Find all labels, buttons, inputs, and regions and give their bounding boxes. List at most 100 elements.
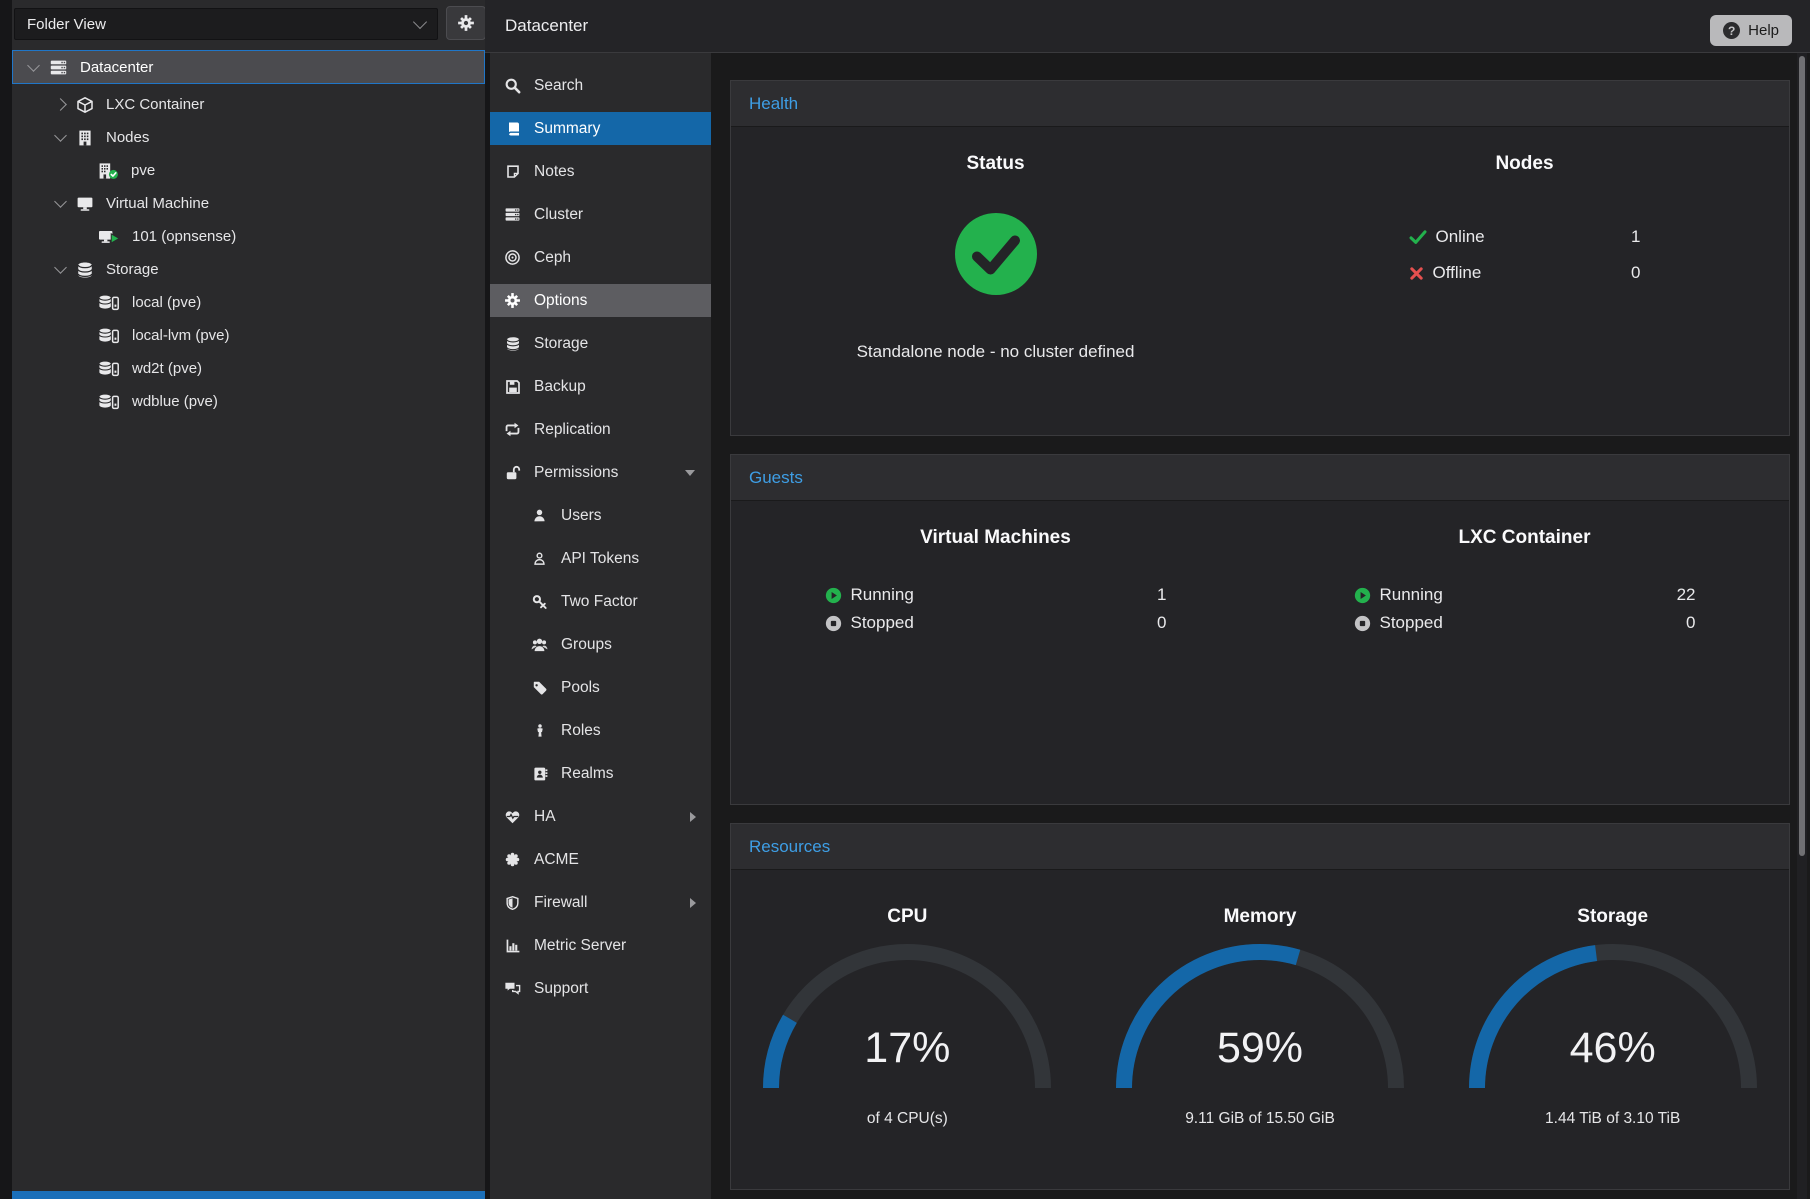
menu-item-acme[interactable]: ACME <box>490 843 711 876</box>
caret-collapsed-icon[interactable] <box>54 98 67 111</box>
cpu-subtitle: of 4 CPU(s) <box>731 1110 1084 1128</box>
menu-item-label: HA <box>534 808 556 826</box>
tree-item-storage[interactable]: Storage <box>12 253 485 286</box>
menu-item-search[interactable]: Search <box>490 69 711 102</box>
cpu-heading: CPU <box>731 906 1084 928</box>
datacenter-menu-panel: Search Summary Notes Cluster Ceph Option… <box>490 53 711 1199</box>
tree-item-label: LXC Container <box>106 96 204 113</box>
tag-icon <box>531 679 548 696</box>
vm-running-label: Running <box>851 585 914 605</box>
vm-running-row: Running 1 <box>825 585 1167 605</box>
tree-item-lxc-container[interactable]: LXC Container <box>12 88 485 121</box>
menu-item-label: Notes <box>534 163 575 181</box>
storage-heading: Storage <box>1436 906 1789 928</box>
content-top-bar: Datacenter ? Help <box>485 0 1810 53</box>
menu-item-options[interactable]: Options <box>490 284 711 317</box>
user-icon <box>531 507 548 524</box>
book-icon <box>504 120 521 137</box>
menu-item-pools[interactable]: Pools <box>490 671 711 704</box>
menu-item-ha[interactable]: HA <box>490 800 711 833</box>
help-button[interactable]: ? Help <box>1710 15 1792 46</box>
status-heading: Status <box>731 153 1260 175</box>
nodes-offline-value: 0 <box>1631 263 1640 283</box>
menu-item-two-factor[interactable]: Two Factor <box>490 585 711 618</box>
tree-item-storage-local[interactable]: local (pve) <box>12 286 485 319</box>
menu-item-label: Cluster <box>534 206 583 224</box>
tree-item-nodes[interactable]: Nodes <box>12 121 485 154</box>
gear-icon <box>457 14 475 32</box>
view-mode-select[interactable]: Folder View <box>14 8 438 40</box>
menu-item-label: Summary <box>534 120 600 138</box>
storage-percent: 46% <box>1463 1024 1763 1073</box>
nodes-online-label: Online <box>1436 227 1485 247</box>
menu-item-backup[interactable]: Backup <box>490 370 711 403</box>
question-icon: ? <box>1723 22 1740 39</box>
menu-item-label: ACME <box>534 851 579 869</box>
menu-item-cluster[interactable]: Cluster <box>490 198 711 231</box>
cpu-percent: 17% <box>757 1024 1057 1073</box>
chevron-down-icon[interactable] <box>685 470 695 476</box>
tree-settings-button[interactable] <box>446 6 486 40</box>
menu-item-realms[interactable]: Realms <box>490 757 711 790</box>
unlock-icon <box>504 464 521 481</box>
lxc-running-row: Running 22 <box>1354 585 1696 605</box>
menu-item-summary[interactable]: Summary <box>490 112 711 145</box>
tree-item-label: pve <box>131 162 155 179</box>
vm-stopped-label: Stopped <box>851 613 914 633</box>
cpu-gauge: 17% <box>757 942 1057 1094</box>
chevron-right-icon[interactable] <box>690 898 696 908</box>
menu-item-label: Backup <box>534 378 586 396</box>
tree-item-label: Storage <box>106 261 159 278</box>
tree-item-datacenter[interactable]: Datacenter <box>12 50 485 84</box>
menu-item-replication[interactable]: Replication <box>490 413 711 446</box>
menu-item-notes[interactable]: Notes <box>490 155 711 188</box>
menu-item-roles[interactable]: Roles <box>490 714 711 747</box>
bottom-splitter[interactable] <box>12 1191 485 1199</box>
caret-expanded-icon[interactable] <box>54 129 67 142</box>
tree-item-label: Nodes <box>106 129 149 146</box>
caret-expanded-icon[interactable] <box>54 261 67 274</box>
database-drive-icon <box>98 327 120 345</box>
vm-stopped-value: 0 <box>1157 613 1166 633</box>
database-drive-icon <box>98 294 120 312</box>
menu-item-label: Support <box>534 980 588 998</box>
scrollbar-thumb[interactable] <box>1799 56 1805 856</box>
ceph-icon <box>504 249 521 266</box>
menu-item-storage[interactable]: Storage <box>490 327 711 360</box>
nodes-status-section: Nodes Online 1 Offline 0 <box>1260 127 1789 362</box>
lxc-stopped-value: 0 <box>1686 613 1695 633</box>
content-scrollbar[interactable] <box>1797 53 1807 1199</box>
tree-item-virtual-machine[interactable]: Virtual Machine <box>12 187 485 220</box>
nodes-offline-row: Offline 0 <box>1409 263 1641 283</box>
tree-item-storage-local-lvm[interactable]: local-lvm (pve) <box>12 319 485 352</box>
guests-panel: Guests Virtual Machines Running 1 Stoppe… <box>730 454 1790 805</box>
menu-item-label: Roles <box>561 722 601 740</box>
vm-heading: Virtual Machines <box>731 527 1260 549</box>
menu-item-groups[interactable]: Groups <box>490 628 711 661</box>
tree-item-vm-101[interactable]: 101 (opnsense) <box>12 220 485 253</box>
menu-item-support[interactable]: Support <box>490 972 711 1005</box>
tree-item-pve[interactable]: pve <box>12 154 485 187</box>
tree-item-storage-wd2t[interactable]: wd2t (pve) <box>12 352 485 385</box>
menu-item-ceph[interactable]: Ceph <box>490 241 711 274</box>
gear-icon <box>504 292 521 309</box>
stop-circle-icon <box>825 615 842 632</box>
chevron-right-icon[interactable] <box>690 812 696 822</box>
memory-percent: 59% <box>1110 1024 1410 1073</box>
user-outline-icon <box>531 550 548 567</box>
menu-item-permissions[interactable]: Permissions <box>490 456 711 489</box>
menu-item-metric-server[interactable]: Metric Server <box>490 929 711 962</box>
server-rack-icon <box>504 206 521 223</box>
floppy-icon <box>504 378 521 395</box>
database-drive-icon <box>98 393 120 411</box>
tree-item-label: wd2t (pve) <box>132 360 202 377</box>
menu-item-api-tokens[interactable]: API Tokens <box>490 542 711 575</box>
caret-expanded-icon[interactable] <box>54 195 67 208</box>
vm-running-icon <box>98 228 120 246</box>
tree-item-storage-wdblue[interactable]: wdblue (pve) <box>12 385 485 418</box>
menu-item-users[interactable]: Users <box>490 499 711 532</box>
menu-item-label: Realms <box>561 765 614 783</box>
menu-item-firewall[interactable]: Firewall <box>490 886 711 919</box>
users-icon <box>531 636 548 653</box>
caret-expanded-icon[interactable] <box>27 59 40 72</box>
